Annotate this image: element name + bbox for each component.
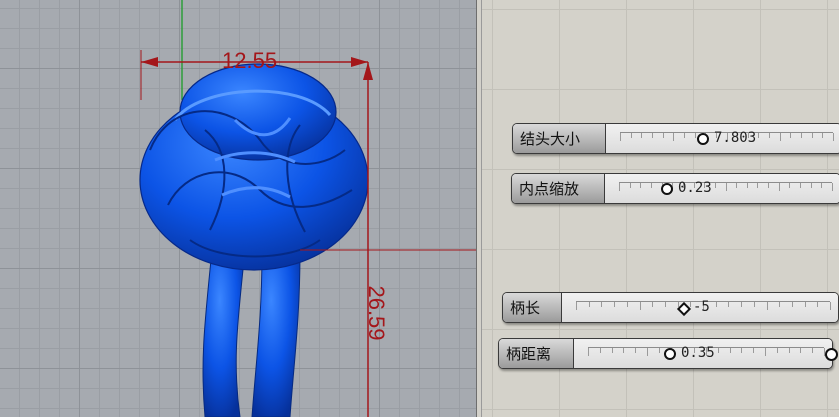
slider-knot-size-grip[interactable]	[697, 133, 709, 145]
grasshopper-canvas[interactable]: 结头大小 7.803 内点缩放 0.23 柄长 -5 柄距离 0.35	[482, 0, 839, 417]
dimension-height-label: 26.59	[364, 285, 389, 341]
slider-knot-size-track[interactable]: 7.803	[606, 124, 839, 153]
slider-handle-distance-track[interactable]: 0.35	[574, 339, 832, 368]
dimension-width-label: 12.55	[222, 48, 278, 73]
knot-3d-model[interactable]	[139, 63, 369, 271]
slider-knot-size-label: 结头大小	[513, 124, 606, 153]
slider-inner-point-scale-label: 内点缩放	[512, 174, 605, 203]
slider-handle-distance-label: 柄距离	[499, 339, 574, 368]
slider-handle-distance[interactable]: 柄距离 0.35	[498, 338, 838, 369]
slider-handle-distance-value: 0.35	[681, 345, 715, 361]
slider-handle-length[interactable]: 柄长 -5	[502, 292, 839, 323]
slider-inner-point-scale-track[interactable]: 0.23	[605, 174, 839, 203]
handle-rope-left	[202, 249, 246, 417]
slider-inner-point-scale-value: 0.23	[678, 180, 712, 196]
slider-handle-distance-output-port[interactable]	[825, 348, 838, 361]
slider-knot-size-value: 7.803	[714, 130, 757, 146]
slider-handle-length-value: -5	[693, 299, 710, 315]
slider-handle-length-track[interactable]: -5	[562, 293, 838, 322]
handle-rope-right	[251, 249, 301, 417]
slider-inner-point-scale-grip[interactable]	[661, 183, 673, 195]
slider-handle-distance-grip[interactable]	[664, 348, 676, 360]
rhino-viewport[interactable]: 12.55 26.59	[0, 0, 476, 417]
slider-handle-length-label: 柄长	[503, 293, 562, 322]
slider-knot-size[interactable]: 结头大小 7.803	[512, 123, 839, 154]
slider-inner-point-scale[interactable]: 内点缩放 0.23	[511, 173, 839, 204]
